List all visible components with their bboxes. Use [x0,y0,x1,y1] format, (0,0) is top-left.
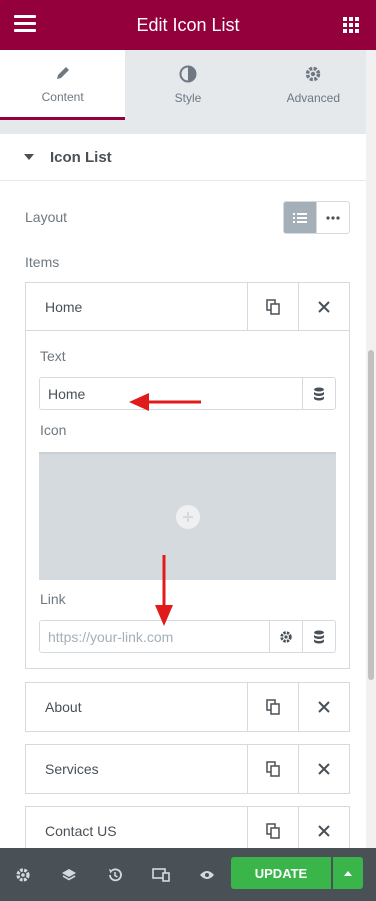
tab-style-label: Style [174,91,202,105]
repeater-item-title[interactable]: Services [26,761,247,777]
grid-icon[interactable] [343,17,359,33]
pencil-icon [55,64,71,82]
repeater-item-title[interactable]: Home [26,299,247,315]
update-options-caret-icon[interactable] [333,857,363,889]
editor-footer: UPDATE [0,848,376,901]
icon-picker[interactable] [39,452,336,580]
responsive-icon[interactable] [138,848,184,901]
half-circle-icon [179,65,197,83]
close-icon[interactable] [298,283,349,330]
section-title: Icon List [50,148,112,166]
tab-advanced-label: Advanced [286,91,340,105]
repeater-item-about: About [25,682,350,732]
tab-content-label: Content [41,89,84,104]
layers-icon[interactable] [46,848,92,901]
plus-icon [175,505,200,529]
icon-field-label: Icon [40,422,67,438]
link-input[interactable] [40,621,269,652]
duplicate-icon[interactable] [247,283,298,330]
repeater-item-contact: Contact US [25,806,350,848]
repeater-item-title[interactable]: About [26,699,247,715]
repeater-item-fields: Text Icon Link [26,331,349,668]
scrollbar-thumb[interactable] [368,350,374,680]
duplicate-icon[interactable] [247,807,298,848]
tab-style[interactable]: Style [125,50,250,120]
hamburger-icon[interactable] [14,15,36,35]
duplicate-icon[interactable] [247,683,298,731]
dynamic-tags-icon[interactable] [302,378,335,409]
history-icon[interactable] [92,848,138,901]
tab-advanced[interactable]: Advanced [251,50,376,120]
panel-tabs: Content Style Advanced [0,50,376,120]
tabs-divider [0,120,366,134]
layout-label: Layout [25,209,68,225]
settings-icon[interactable] [0,848,46,901]
link-field [39,620,336,653]
close-icon[interactable] [298,807,349,848]
text-field [39,377,336,410]
repeater-item-header: Home [26,283,349,331]
layout-choice-group [283,201,350,234]
preview-icon[interactable] [184,848,230,901]
section-toggle[interactable]: Icon List [0,134,366,181]
close-icon[interactable] [298,745,349,793]
repeater-item-services: Services [25,744,350,794]
update-button[interactable]: UPDATE [231,857,331,889]
link-field-label: Link [40,591,66,607]
duplicate-icon[interactable] [247,745,298,793]
text-field-label: Text [40,348,66,364]
text-input[interactable] [40,378,302,409]
repeater-item-home: Home Text Icon Link [25,282,350,669]
caret-down-icon [24,154,34,160]
tab-content[interactable]: Content [0,50,126,120]
editor-header: Edit Icon List [0,0,376,50]
list-layout-icon[interactable] [284,202,316,233]
controls-panel: Icon List Layout Items Home Text Home Ic… [0,134,366,848]
gear-icon [304,65,322,83]
link-options-gear-icon[interactable] [269,621,302,652]
panel-title: Edit Icon List [136,14,240,35]
inline-layout-icon[interactable] [316,202,349,233]
dynamic-tags-icon[interactable] [302,621,335,652]
items-label: Items [25,254,60,270]
close-icon[interactable] [298,683,349,731]
panel-scrollbar[interactable] [366,50,376,848]
repeater-item-title[interactable]: Contact US [26,823,247,839]
